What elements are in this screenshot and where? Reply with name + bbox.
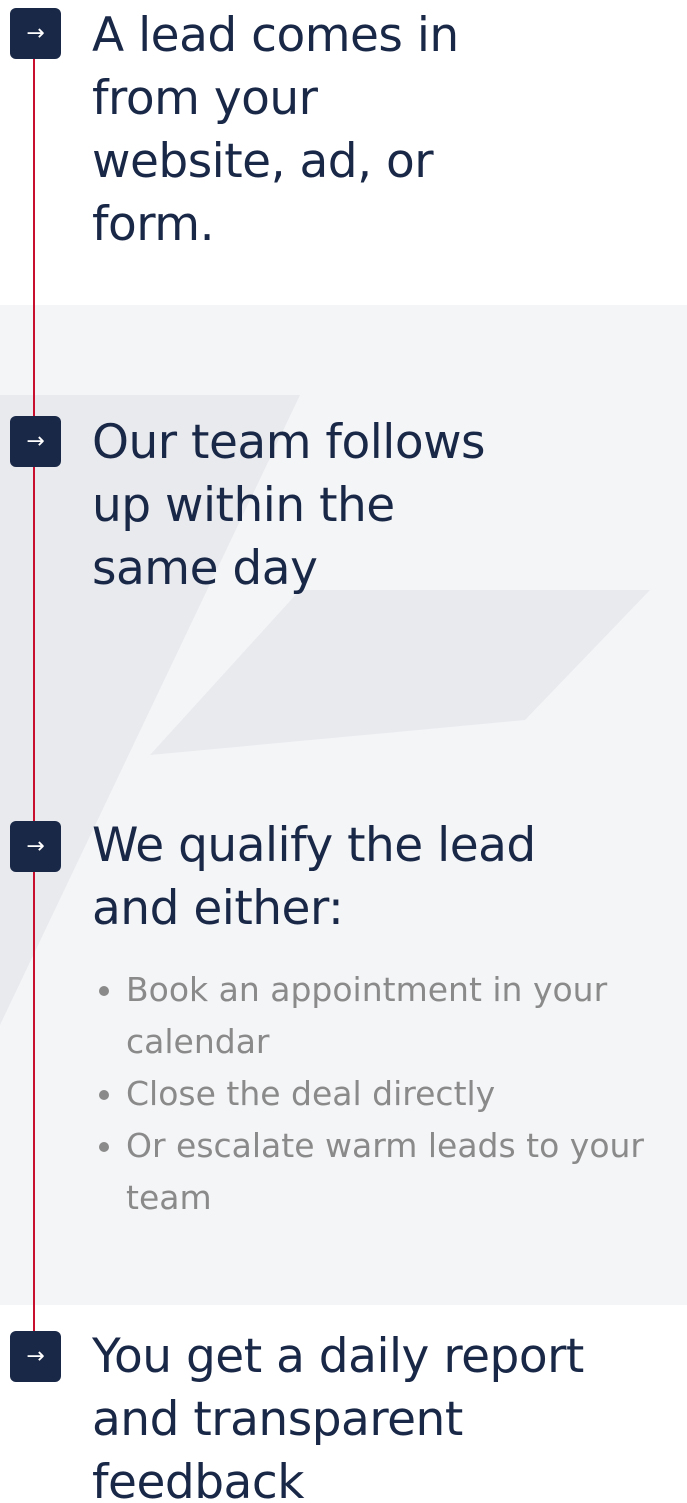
title-line: We qualify the lead (92, 818, 536, 873)
arrow-right-icon: → (10, 8, 61, 59)
title-line: same day (92, 541, 318, 596)
title-line: website, ad, or (92, 134, 434, 189)
step-1-title: A lead comes in from your website, ad, or f… (92, 4, 459, 256)
arrow-right-icon: → (10, 416, 61, 467)
arrow-right-icon: → (10, 821, 61, 872)
title-line: feedback (92, 1455, 304, 1503)
title-line: form. (92, 197, 215, 252)
title-line: up within the (92, 478, 395, 533)
timeline-line (33, 30, 35, 1360)
title-line: A lead comes in (92, 8, 459, 63)
list-item: Or escalate warm leads to your team (126, 1120, 686, 1224)
title-line: and transparent (92, 1392, 463, 1447)
qualification-options-list: Book an appointment in your calendar Clo… (90, 964, 686, 1224)
list-item: Book an appointment in your calendar (126, 964, 686, 1068)
title-line: and either: (92, 881, 344, 936)
list-item: Close the deal directly (126, 1068, 686, 1120)
title-line: Our team follows (92, 415, 486, 470)
arrow-right-icon: → (10, 1331, 61, 1382)
step-2-title: Our team follows up within the same day (92, 411, 486, 600)
step-4-title: You get a daily report and transparent fee… (92, 1325, 584, 1503)
title-line: You get a daily report (92, 1329, 584, 1384)
step-3-title: We qualify the lead and either: (92, 814, 536, 940)
title-line: from your (92, 71, 318, 126)
